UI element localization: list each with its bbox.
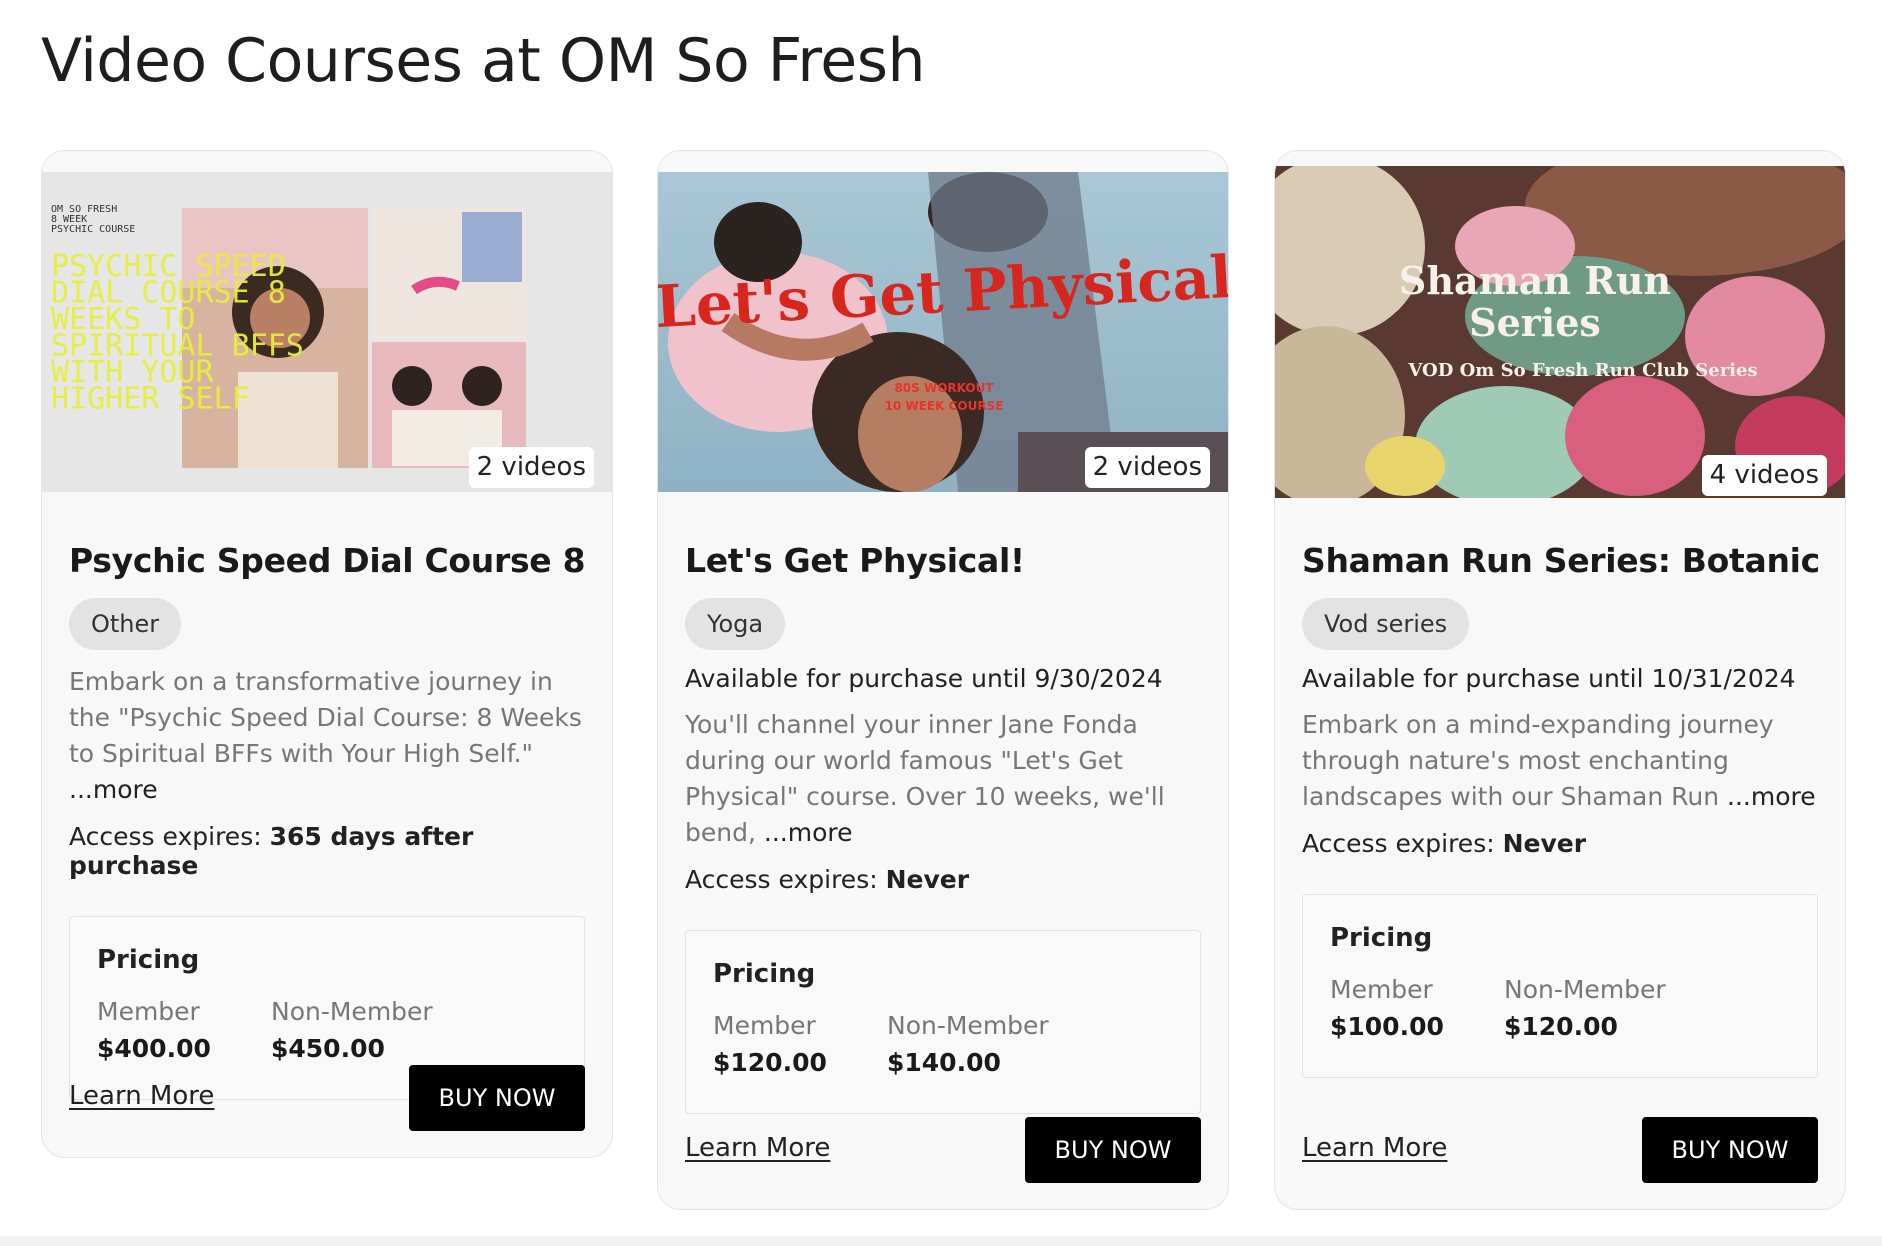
availability-text: Available for purchase until 10/31/2024 (1302, 664, 1796, 693)
course-card[interactable]: PSYCHIC SPEED DIAL COURSE 8 WEEKS TO SPIRIT… (41, 150, 613, 1158)
availability-text: Available for purchase until 9/30/2024 (685, 664, 1163, 693)
pricing-title: Pricing (713, 959, 816, 989)
course-title[interactable]: Let's Get Physical! (685, 541, 1201, 580)
pricing-title: Pricing (1330, 923, 1433, 953)
access-value: Never (885, 865, 970, 894)
page-title: Video Courses at OM So Fresh (41, 26, 925, 96)
more-link[interactable]: ...more (69, 775, 158, 804)
category-tag: Vod series (1302, 598, 1470, 650)
description-text: Embark on a mind-expanding journey throu… (1302, 710, 1774, 811)
course-thumbnail[interactable]: PSYCHIC SPEED DIAL COURSE 8 WEEKS TO SPIRIT… (42, 172, 612, 492)
nonmember-price: $450.00 (271, 1034, 385, 1063)
course-thumbnail-image: Let's Get Physical 80S WORKOUT 10 WEEK C… (658, 172, 1228, 492)
buy-now-button[interactable]: BUY NOW (1025, 1117, 1201, 1183)
pricing-box: Pricing Member $100.00 Non-Member $120.0… (1302, 894, 1818, 1078)
course-title[interactable]: Psychic Speed Dial Course 8 We... (69, 541, 585, 580)
more-link[interactable]: ...more (1727, 782, 1816, 811)
learn-more-link[interactable]: Learn More (685, 1133, 830, 1163)
thumb-headline-text: Series (1469, 300, 1601, 345)
buy-now-button[interactable]: BUY NOW (1642, 1117, 1818, 1183)
nonmember-price: $140.00 (887, 1048, 1001, 1077)
course-card[interactable]: Let's Get Physical 80S WORKOUT 10 WEEK C… (657, 150, 1229, 1210)
category-tag: Other (69, 598, 182, 650)
video-count-badge: 2 videos (468, 446, 594, 488)
video-count-badge: 2 videos (1084, 446, 1210, 488)
footer-divider (0, 1236, 1882, 1246)
course-card[interactable]: Shaman Run Series VOD Om So Fresh Run Cl… (1274, 150, 1846, 1210)
access-expires: Access expires: Never (1302, 829, 1818, 858)
member-price: $400.00 (97, 1034, 211, 1063)
nonmember-label: Non-Member (1504, 975, 1666, 1004)
course-title[interactable]: Shaman Run Series: Botanical Bl... (1302, 541, 1818, 580)
pricing-title: Pricing (97, 945, 200, 975)
nonmember-label: Non-Member (271, 997, 433, 1026)
thumb-subtitle-text: 10 WEEK COURSE (885, 399, 1004, 413)
member-label: Member (1330, 975, 1433, 1004)
course-description: Embark on a transformative journey in th… (69, 664, 585, 808)
access-label: Access expires: (1302, 829, 1495, 858)
description-text: You'll channel your inner Jane Fonda dur… (685, 710, 1165, 847)
member-label: Member (97, 997, 200, 1026)
course-description: You'll channel your inner Jane Fonda dur… (685, 707, 1201, 851)
member-label: Member (713, 1011, 816, 1040)
pricing-box: Pricing Member $120.00 Non-Member $140.0… (685, 930, 1201, 1114)
thumb-subtitle-text: 80S WORKOUT (894, 381, 994, 395)
member-price: $120.00 (713, 1048, 827, 1077)
member-price: $100.00 (1330, 1012, 1444, 1041)
buy-now-button[interactable]: BUY NOW (409, 1065, 585, 1131)
video-count-badge: 4 videos (1701, 454, 1827, 496)
access-label: Access expires: (69, 822, 262, 851)
course-thumbnail[interactable]: Let's Get Physical 80S WORKOUT 10 WEEK C… (658, 172, 1228, 492)
course-thumbnail-image: Shaman Run Series VOD Om So Fresh Run Cl… (1275, 166, 1845, 498)
nonmember-label: Non-Member (887, 1011, 1049, 1040)
category-tag: Yoga (685, 598, 786, 650)
course-description: Embark on a mind-expanding journey throu… (1302, 707, 1818, 815)
access-value: Never (1502, 829, 1587, 858)
learn-more-link[interactable]: Learn More (69, 1081, 214, 1111)
learn-more-link[interactable]: Learn More (1302, 1133, 1447, 1163)
thumb-headline-text: Shaman Run (1399, 258, 1671, 303)
nonmember-price: $120.00 (1504, 1012, 1618, 1041)
access-expires: Access expires: Never (685, 865, 1201, 894)
course-thumbnail[interactable]: Shaman Run Series VOD Om So Fresh Run Cl… (1275, 166, 1845, 498)
thumb-subtitle-text: VOD Om So Fresh Run Club Series (1407, 360, 1757, 381)
description-text: Embark on a transformative journey in th… (69, 667, 582, 768)
access-label: Access expires: (685, 865, 878, 894)
more-link[interactable]: ...more (764, 818, 853, 847)
course-thumbnail-image: PSYCHIC SPEED DIAL COURSE 8 WEEKS TO SPIRIT… (42, 172, 612, 492)
access-expires: Access expires: 365 days after purchase (69, 822, 585, 880)
